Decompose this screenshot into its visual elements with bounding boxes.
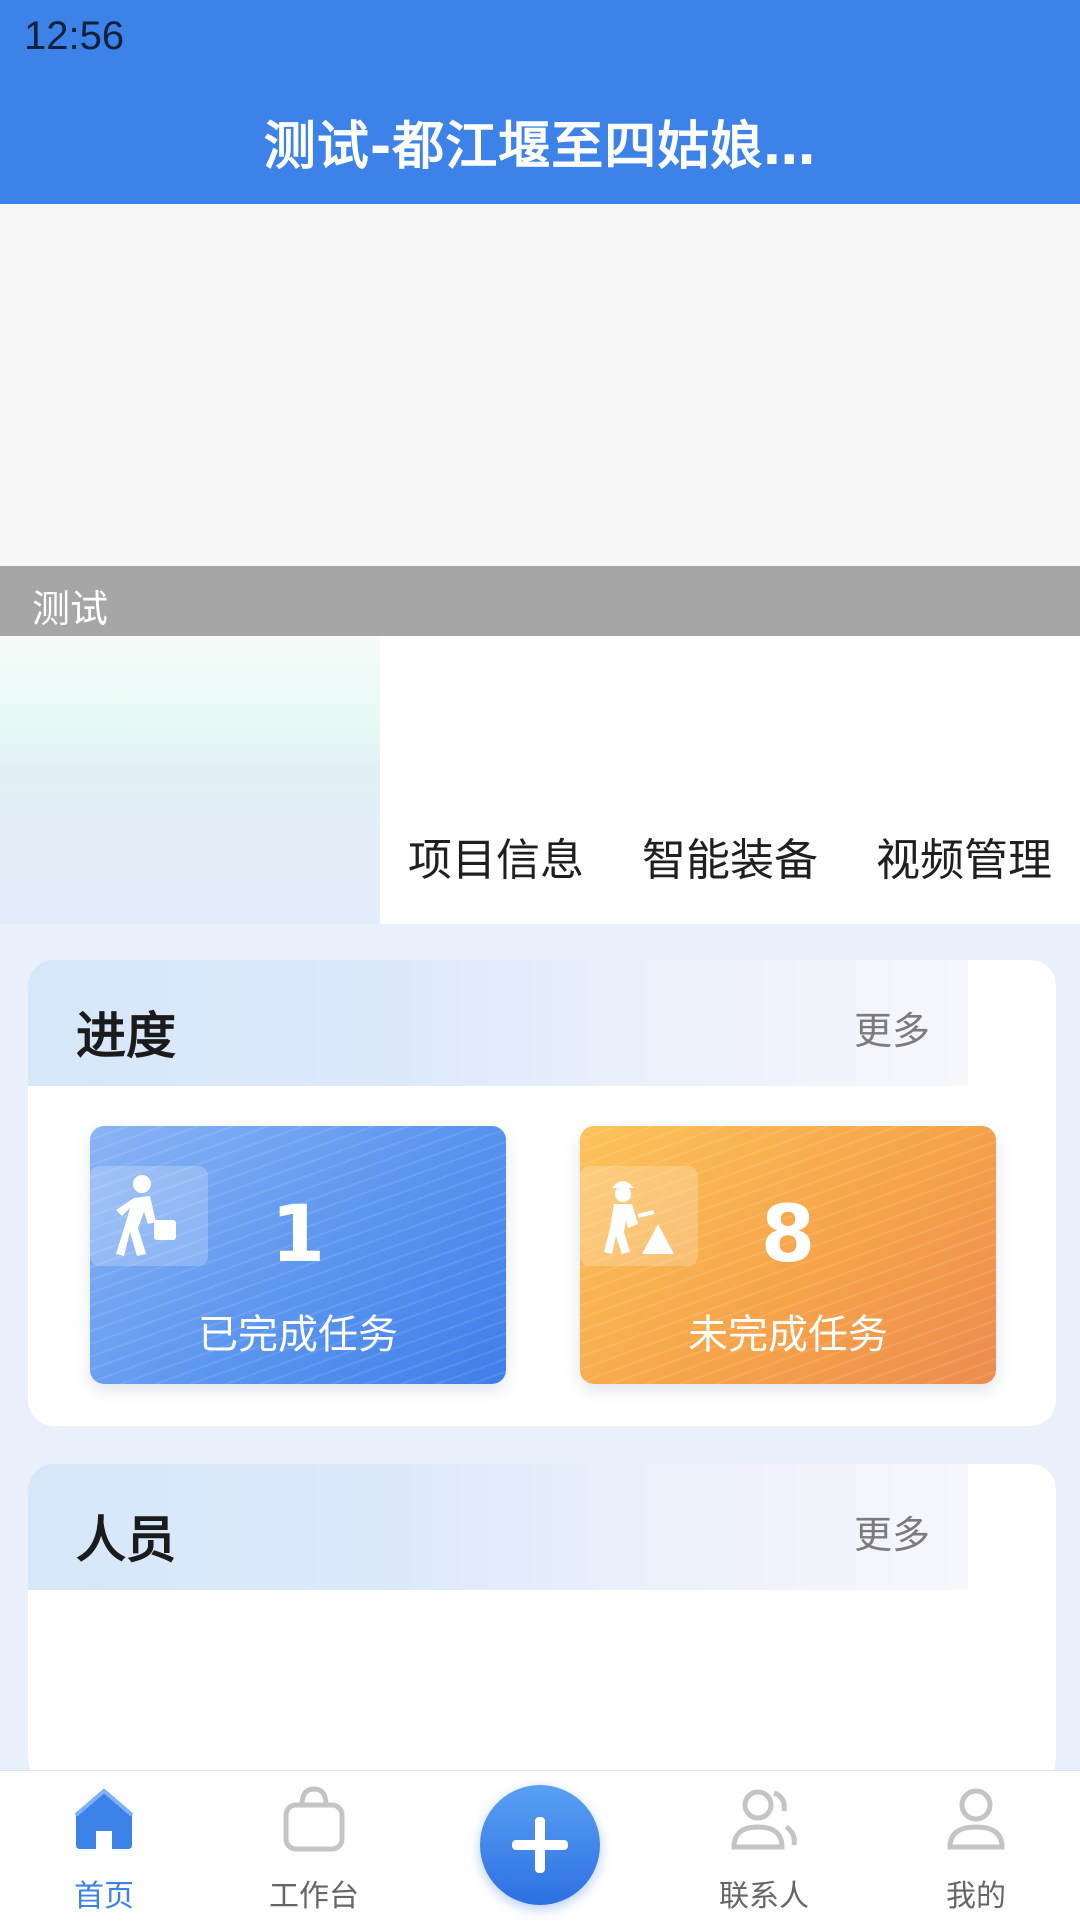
- nav-home[interactable]: 首页: [24, 1771, 184, 1921]
- tab-smart-equipment[interactable]: 智能装备: [642, 824, 818, 888]
- status-bar-time: 12:56: [24, 14, 125, 58]
- nav-contacts[interactable]: 联系人: [684, 1771, 844, 1921]
- incomplete-tasks-tile[interactable]: 8 未完成任务: [580, 1126, 996, 1384]
- nav-workbench[interactable]: 工作台: [234, 1771, 394, 1921]
- personnel-card: 人员 更多: [28, 1464, 1056, 1784]
- personnel-card-header: 人员: [28, 1464, 968, 1590]
- personnel-more-link[interactable]: 更多: [854, 1504, 930, 1559]
- contacts-icon: [731, 1789, 797, 1850]
- banner-caption-bar: 测试: [0, 566, 1080, 636]
- add-button[interactable]: [480, 1785, 600, 1905]
- nav-mine-label: 我的: [946, 1879, 1006, 1914]
- progress-card: 进度 更多 1 已完成任务 8 未完成任务: [28, 960, 1056, 1426]
- home-icon: [74, 1788, 134, 1849]
- completed-tasks-tile[interactable]: 1 已完成任务: [90, 1126, 506, 1384]
- nav-mine[interactable]: 我的: [896, 1771, 1056, 1921]
- page-title: 测试-都江堰至四姑娘…: [263, 117, 817, 177]
- app-header: 12:56 测试-都江堰至四姑娘…: [0, 0, 1080, 204]
- bottom-navigation: 首页 工作台 联系人 我的: [0, 1770, 1080, 1921]
- nav-contacts-label: 联系人: [719, 1879, 809, 1914]
- personnel-title: 人员: [76, 1511, 176, 1569]
- tabs-left-panel: [0, 636, 380, 924]
- tab-project-info[interactable]: 项目信息: [408, 824, 584, 888]
- incomplete-tasks-count: 8: [760, 1190, 816, 1280]
- completed-tasks-label: 已完成任务: [198, 1312, 398, 1358]
- user-icon: [947, 1788, 1005, 1850]
- progress-more-link[interactable]: 更多: [854, 1000, 930, 1055]
- completed-tasks-count: 1: [270, 1190, 326, 1280]
- tab-video-management[interactable]: 视频管理: [876, 824, 1052, 888]
- progress-title: 进度: [76, 1007, 176, 1065]
- progress-card-header: 进度: [28, 960, 968, 1086]
- nav-home-label: 首页: [74, 1879, 134, 1914]
- banner-caption: 测试: [32, 587, 109, 631]
- bag-icon: [283, 1786, 345, 1852]
- feature-tabs: 项目信息 智能装备 视频管理: [0, 636, 1080, 924]
- plus-icon: [512, 1817, 568, 1873]
- nav-workbench-label: 工作台: [269, 1879, 359, 1914]
- incomplete-tasks-label: 未完成任务: [688, 1312, 888, 1358]
- banner-image[interactable]: [0, 204, 1080, 566]
